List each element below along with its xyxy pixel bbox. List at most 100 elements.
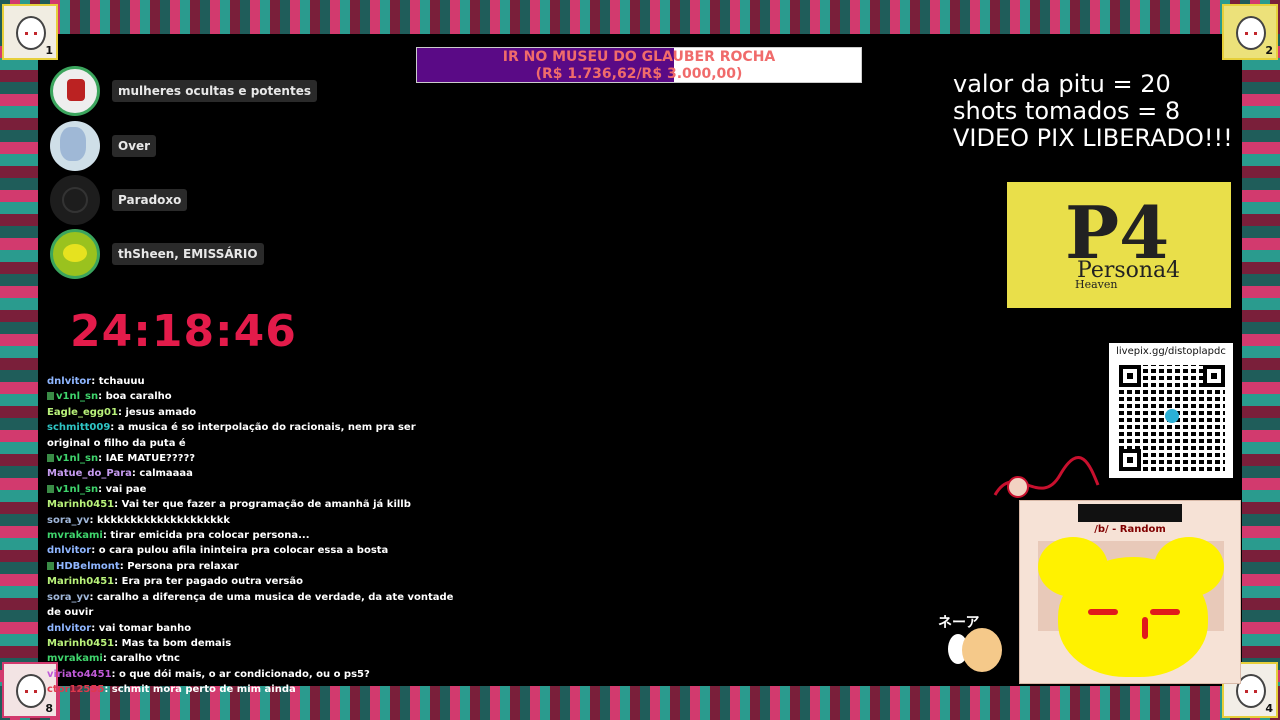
voice-user: Over	[50, 121, 157, 171]
chat-badge-icon	[47, 484, 54, 493]
chat-message: viriato4451: o que dói mais, o ar condic…	[47, 667, 457, 682]
chat-username: Marinh0451	[47, 499, 115, 511]
stream-timer: 24:18:46	[70, 306, 297, 357]
chat-text: Vai ter que fazer a programação de amanh…	[121, 499, 411, 511]
chat-separator: :	[98, 483, 106, 495]
chat-message: mvrakami: caralho vtnc	[47, 651, 457, 666]
chat-text: calmaaaa	[139, 468, 193, 480]
chat-message: sora_yv: caralho a diferença de uma musi…	[47, 590, 457, 621]
imageboard-screenshot: /b/ - Random	[1019, 500, 1241, 684]
chat-separator: :	[89, 514, 98, 526]
chat-username: sora_yv	[47, 514, 90, 526]
chat-separator: :	[91, 376, 99, 387]
voice-user-name: Paradoxo	[112, 189, 188, 211]
chat-text: Persona pra relaxar	[127, 560, 239, 572]
frame-right	[1242, 34, 1280, 686]
chat-message: dnlvitor: o cara pulou afila ininteira p…	[47, 543, 457, 558]
chat-message: sora_yv: kkkkkkkkkkkkkkkkkkkk	[47, 513, 457, 528]
chat-separator: :	[89, 591, 98, 603]
chat-message: v1nl_sn: IAE MATUE?????	[47, 451, 457, 466]
chat-message: schmitt009: a musica é so interpolação d…	[47, 420, 457, 451]
kero-mouth-icon	[1142, 617, 1148, 639]
chat-badge-icon	[47, 561, 54, 570]
chat-message: Eagle_egg01: jesus amado	[47, 405, 457, 420]
corner-number: 4	[1265, 702, 1273, 715]
qr-code-icon	[1119, 365, 1225, 471]
avatar	[50, 229, 100, 279]
goal-text: IR NO MUSEU DO GLAUBER ROCHA (R$ 1.736,6…	[417, 48, 861, 82]
chat-separator: :	[114, 637, 122, 649]
chat-message: dnlvitor: tchauuu	[47, 374, 457, 389]
chat-separator: :	[111, 668, 120, 680]
chat-username: schmitt009	[47, 422, 111, 434]
chat-username: v1nl_sn	[56, 483, 99, 495]
chat-separator: :	[98, 391, 106, 403]
chat-username: v1nl_sn	[56, 391, 99, 403]
stats-line: valor da pitu = 20	[953, 70, 1171, 98]
corner-number: 8	[45, 702, 53, 715]
chat-message: Marinh0451: Vai ter que fazer a programa…	[47, 497, 457, 512]
mascot-sticker: ネーア	[938, 612, 1010, 682]
avatar	[50, 121, 100, 171]
goal-amount: (R$ 1.736,62/R$ 3.000,00)	[535, 66, 743, 82]
qr-finder	[1119, 365, 1141, 387]
chat-text: Mas ta bom demais	[121, 637, 232, 649]
kero-eye-icon	[1088, 609, 1118, 615]
stats-overlay: valor da pitu = 20 shots tomados = 8 VID…	[953, 71, 1233, 152]
corner-avatar-1: 1	[2, 4, 58, 60]
chat-text: vai tomar banho	[98, 622, 192, 634]
chat-text: IAE MATUE?????	[105, 453, 196, 465]
chat-text: boa caralho	[105, 391, 172, 403]
chat-message: Matue_do_Para: calmaaaa	[47, 466, 457, 481]
goal-title: IR NO MUSEU DO GLAUBER ROCHA	[502, 49, 776, 65]
chat-separator: :	[98, 453, 106, 465]
chat-badge-icon	[47, 454, 54, 463]
chat-separator: :	[91, 545, 99, 557]
voice-user: Paradoxo	[50, 175, 188, 225]
voice-user-name: Over	[112, 135, 157, 157]
chat-text: tirar emicida pra colocar persona...	[110, 530, 310, 542]
chat-username: Matue_do_Para	[47, 468, 132, 480]
imageboard-banner	[1078, 504, 1182, 522]
chat-separator: :	[91, 622, 99, 634]
chat-text: caralho a diferença de uma musica de ver…	[47, 591, 454, 619]
chat-message: ctor12555: schmit mora perto de mim aind…	[47, 682, 457, 697]
chat-text: schmit mora perto de mim ainda	[111, 684, 296, 696]
qr-logo-icon	[1165, 409, 1179, 423]
avatar	[50, 175, 100, 225]
chat-username: dnlvitor	[47, 376, 92, 387]
chat-text: kkkkkkkkkkkkkkkkkkkk	[97, 514, 231, 526]
stats-line: shots tomados = 8	[953, 97, 1181, 125]
kero-head-icon	[1058, 557, 1208, 677]
game-logo-tag: Heaven	[1075, 278, 1118, 291]
voice-user-name: thSheen, EMISSÁRIO	[112, 243, 264, 265]
character-face-icon	[16, 16, 46, 50]
frame-left	[0, 34, 38, 686]
chat-username: dnlvitor	[47, 622, 92, 634]
chat-text: caralho vtnc	[110, 653, 180, 665]
chat-username: Eagle_egg01	[47, 406, 118, 418]
kero-drawing-icon	[1038, 537, 1224, 683]
chat-username: mvrakami	[47, 653, 103, 665]
chat-text: o que dói mais, o ar condicionado, ou o …	[119, 668, 370, 680]
qr-finder	[1203, 365, 1225, 387]
avatar	[50, 66, 100, 116]
chat-text: vai pae	[105, 483, 147, 495]
chat-feed: dnlvitor: tchauuu v1nl_sn: boa caralho Eag…	[47, 374, 457, 698]
chat-separator: :	[104, 684, 112, 696]
chat-username: HDBelmont	[56, 560, 120, 572]
kero-eye-icon	[1150, 609, 1180, 615]
chat-message: mvrakami: tirar emicida pra colocar pers…	[47, 528, 457, 543]
chat-username: Marinh0451	[47, 576, 115, 588]
chat-message: HDBelmont: Persona pra relaxar	[47, 559, 457, 574]
character-face-icon	[16, 674, 46, 708]
stats-line: VIDEO PIX LIBERADO!!!	[953, 124, 1233, 152]
qr-finder	[1119, 449, 1141, 471]
imageboard-title: /b/ - Random	[1094, 524, 1166, 535]
chat-text: jesus amado	[125, 406, 197, 418]
chat-badge-icon	[47, 392, 54, 401]
chat-message: dnlvitor: vai tomar banho	[47, 621, 457, 636]
chat-message: Marinh0451: Mas ta bom demais	[47, 636, 457, 651]
chat-username: ctor12555	[47, 684, 105, 696]
voice-user: mulheres ocultas e potentes	[50, 66, 317, 116]
